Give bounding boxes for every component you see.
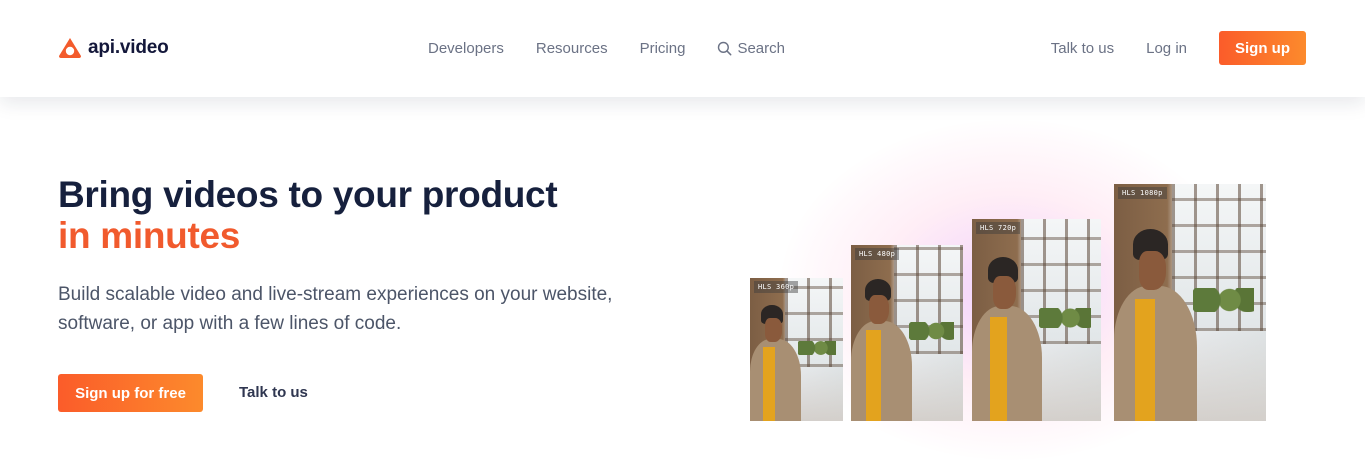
rendition-label: HLS 1080p (1118, 187, 1167, 199)
nav-item-resources[interactable]: Resources (536, 40, 608, 57)
site-header: api.video Developers Resources Pricing S… (0, 0, 1365, 97)
header-actions: Talk to us Log in Sign up (1051, 31, 1306, 65)
nav-item-developers[interactable]: Developers (428, 40, 504, 57)
hero-title-line-1: Bring videos to your product (58, 174, 558, 215)
rendition-label: HLS 720p (976, 222, 1021, 234)
video-frame-1080p: HLS 1080p (1114, 184, 1266, 421)
nav-item-pricing[interactable]: Pricing (640, 40, 686, 57)
signup-button[interactable]: Sign up (1219, 31, 1306, 65)
hero-title: Bring videos to your product in minutes (58, 174, 558, 256)
main-nav: Developers Resources Pricing Search (428, 40, 785, 57)
video-frame-720p: HLS 720p (972, 219, 1101, 421)
brand-logo-link[interactable]: api.video (58, 36, 169, 60)
rendition-label: HLS 480p (855, 248, 900, 260)
hero-talk-to-us-link[interactable]: Talk to us (239, 384, 308, 401)
search-icon (718, 41, 732, 56)
brand-name: api.video (88, 37, 169, 58)
video-frame-360p: HLS 360p (750, 278, 843, 421)
signup-free-button[interactable]: Sign up for free (58, 374, 203, 412)
search-label: Search (737, 40, 785, 57)
video-frame-480p: HLS 480p (851, 245, 963, 421)
api-video-logo-icon (59, 38, 81, 58)
search-button[interactable]: Search (717, 40, 785, 57)
talk-to-us-link[interactable]: Talk to us (1051, 40, 1114, 57)
rendition-label: HLS 360p (754, 281, 799, 293)
login-link[interactable]: Log in (1146, 40, 1187, 57)
hero-subtitle: Build scalable video and live-stream exp… (58, 284, 613, 334)
hero-title-accent: in minutes (58, 215, 241, 256)
